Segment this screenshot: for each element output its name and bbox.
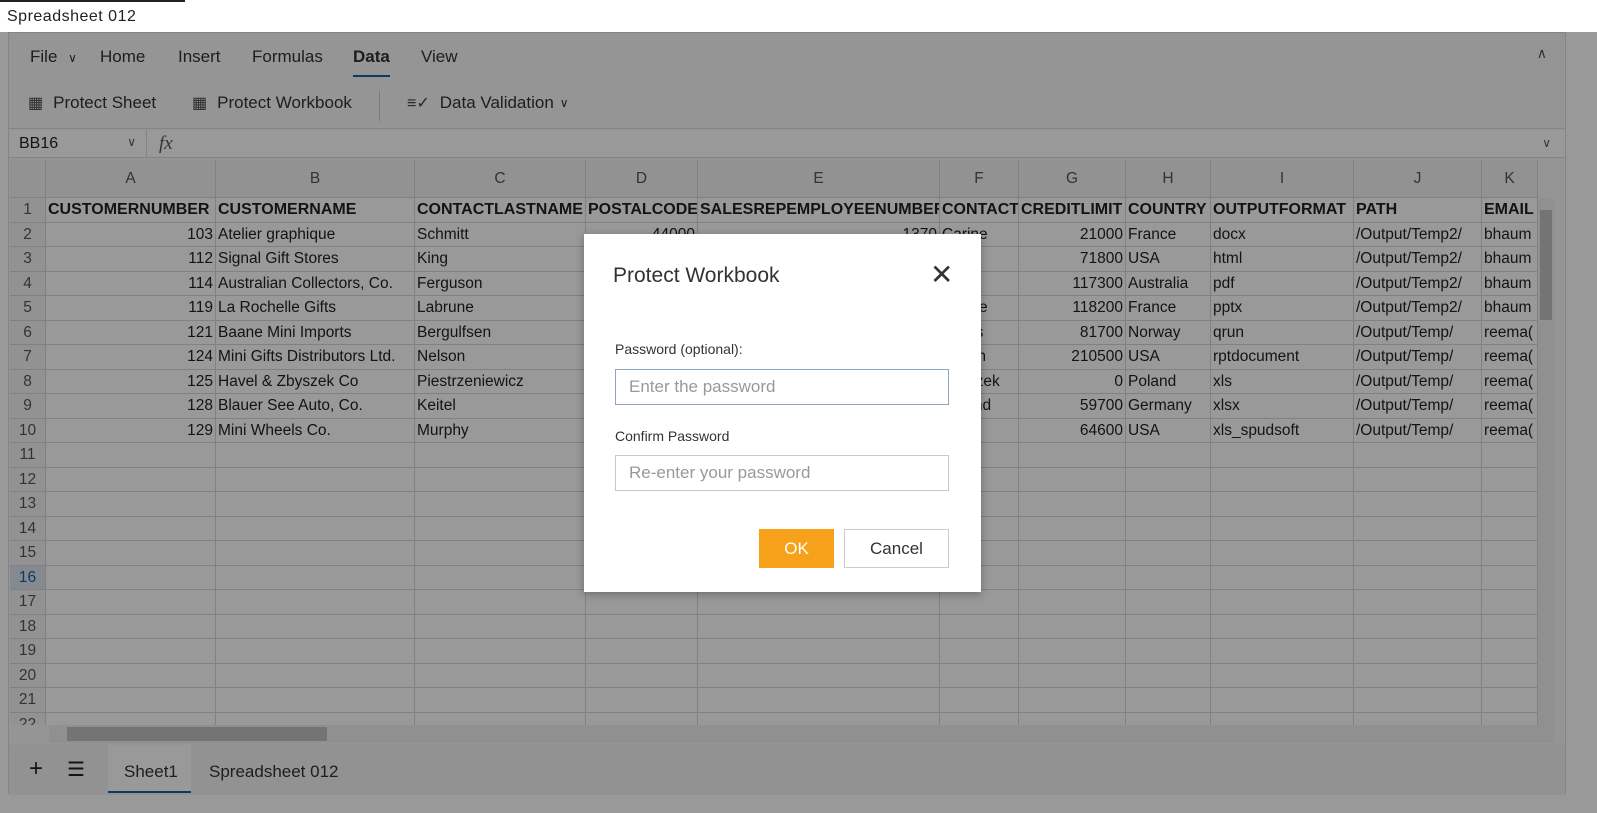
password-label: Password (optional): <box>615 341 743 357</box>
loading-bar <box>0 0 185 2</box>
ok-button[interactable]: OK <box>759 529 834 568</box>
dialog-title: Protect Workbook <box>613 264 780 287</box>
password-input[interactable] <box>615 369 949 405</box>
close-icon[interactable]: ✕ <box>930 261 953 289</box>
confirm-password-label: Confirm Password <box>615 428 730 444</box>
cancel-button[interactable]: Cancel <box>844 529 949 568</box>
window-title: Spreadsheet 012 <box>0 0 1597 32</box>
confirm-password-input[interactable] <box>615 455 949 491</box>
protect-workbook-dialog: Protect Workbook ✕ Password (optional): … <box>584 234 981 592</box>
